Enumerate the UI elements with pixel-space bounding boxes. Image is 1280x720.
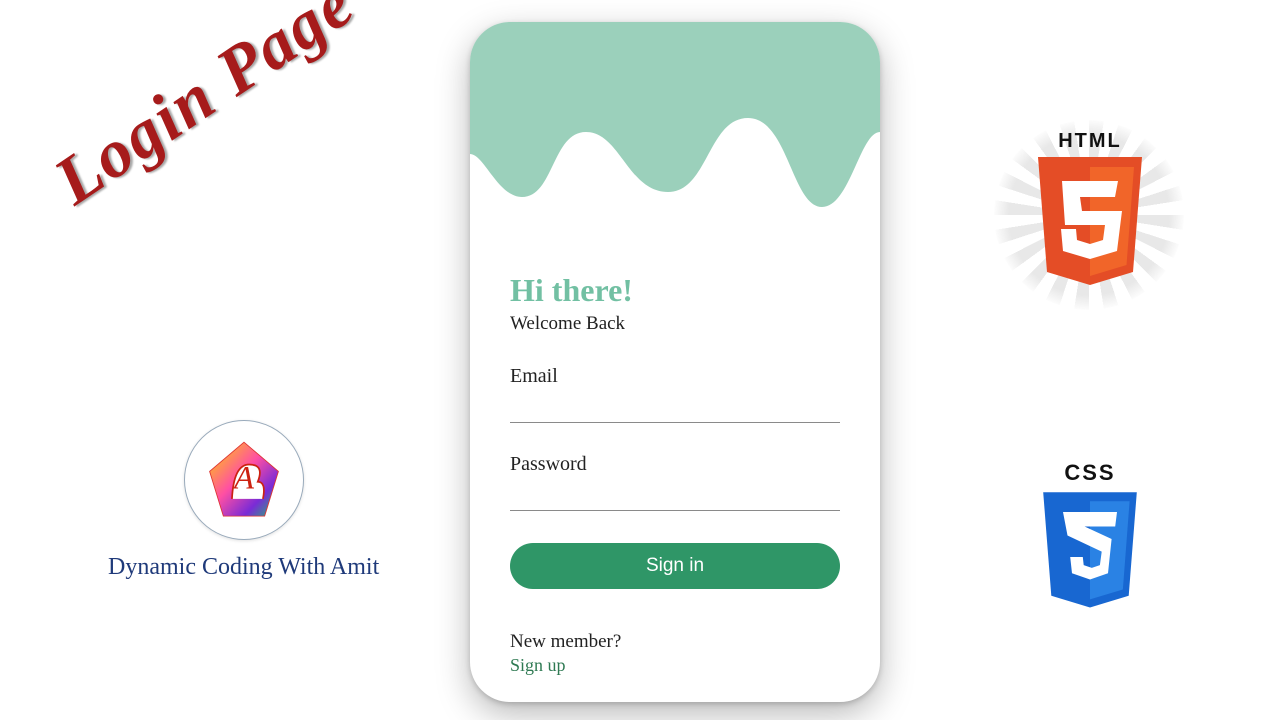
email-input[interactable] <box>510 390 840 423</box>
channel-caption: Dynamic Coding With Amit <box>108 554 379 581</box>
svg-text:A: A <box>232 461 255 497</box>
css3-badge: CSS <box>1030 460 1150 614</box>
password-label: Password <box>510 453 840 476</box>
html5-shield-icon <box>1030 157 1150 292</box>
html5-badge: HTML <box>1010 130 1170 292</box>
signin-button[interactable]: Sign in <box>510 543 840 589</box>
css3-label: CSS <box>1030 460 1150 486</box>
login-form: Hi there! Welcome Back Email Password Si… <box>470 240 880 589</box>
signup-link[interactable]: Sign up <box>510 655 621 676</box>
signup-question: New member? <box>510 631 621 653</box>
thumbnail-stage: Login Page A Dynamic Coding With Amit <box>0 0 1280 720</box>
wave-decoration-icon <box>470 22 880 240</box>
greeting-subtitle: Welcome Back <box>510 313 840 335</box>
email-field-wrap: Email <box>510 365 840 423</box>
password-input[interactable] <box>510 478 840 511</box>
password-field-wrap: Password <box>510 453 840 511</box>
greeting-title: Hi there! <box>510 272 840 309</box>
channel-avatar-icon: A <box>184 420 304 540</box>
css3-shield-icon <box>1036 492 1144 614</box>
headline-text: Login Page <box>40 0 369 220</box>
html5-label: HTML <box>1010 130 1170 153</box>
channel-block: A Dynamic Coding With Amit <box>148 420 339 581</box>
signup-footer: New member? Sign up <box>510 631 621 676</box>
email-label: Email <box>510 365 840 388</box>
phone-mockup: Hi there! Welcome Back Email Password Si… <box>470 22 880 702</box>
